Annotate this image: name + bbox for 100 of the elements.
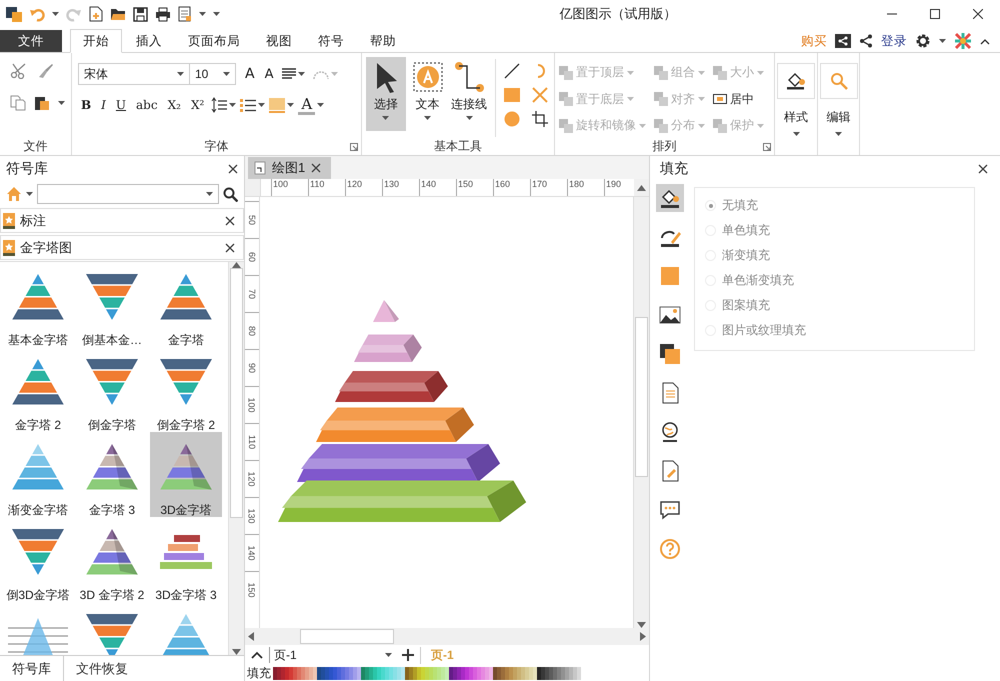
font-color-button[interactable]: A: [298, 95, 316, 115]
folder-icon[interactable]: [110, 6, 126, 22]
shape-item[interactable]: 基本金字塔: [2, 262, 74, 347]
file-menu-tab[interactable]: 文件: [0, 30, 62, 52]
scroll-left-icon[interactable]: [248, 632, 254, 641]
share-window-icon[interactable]: [835, 34, 851, 48]
ribbon-tab[interactable]: 帮助: [358, 30, 408, 52]
shape-item[interactable]: 渐变金字塔: [2, 432, 74, 517]
increase-font-button[interactable]: A: [242, 64, 258, 84]
settings-icon[interactable]: [915, 33, 931, 49]
side-tool-button[interactable]: [656, 184, 684, 212]
shape-item[interactable]: 倒金字塔 2: [150, 347, 222, 432]
format-button[interactable]: I: [98, 95, 109, 115]
shape-item[interactable]: 金字塔: [150, 262, 222, 347]
format-button[interactable]: X²: [188, 95, 208, 115]
panel-title: 符号库: [6, 160, 48, 178]
line-tool-icon[interactable]: [504, 63, 520, 79]
page-dropdown[interactable]: 页-1: [269, 647, 396, 663]
pyramid-layer[interactable]: [297, 444, 500, 482]
close-icon[interactable]: [225, 216, 235, 226]
scroll-up-icon[interactable]: [637, 184, 646, 190]
paint-bucket-icon: [786, 72, 806, 90]
search-icon[interactable]: [223, 186, 238, 202]
scissors-icon[interactable]: [10, 63, 26, 79]
ribbon-tab[interactable]: 视图: [254, 30, 304, 52]
option-label: 无填充: [722, 197, 758, 214]
pyramid-layer[interactable]: [335, 371, 448, 402]
ribbon-tab[interactable]: 页面布局: [176, 30, 252, 52]
ruler-label: 150: [247, 582, 257, 598]
search-field[interactable]: [37, 184, 219, 204]
tool-button[interactable]: 选择: [366, 57, 406, 131]
format-button[interactable]: B: [78, 95, 94, 115]
shape-item[interactable]: 金字塔 3: [76, 432, 148, 517]
shape-item[interactable]: 3D金字塔 3: [150, 517, 222, 602]
scrollbar[interactable]: [633, 197, 649, 628]
new-document-icon[interactable]: [89, 6, 103, 22]
maximize-icon[interactable]: [930, 9, 940, 19]
collapse-icon[interactable]: [251, 651, 263, 659]
ribbon-tab[interactable]: 符号: [306, 30, 356, 52]
close-icon[interactable]: [973, 9, 984, 19]
add-page-icon[interactable]: [402, 649, 414, 661]
close-icon[interactable]: [978, 164, 988, 174]
share-icon[interactable]: [859, 34, 873, 48]
decrease-font-button[interactable]: A: [262, 64, 276, 84]
login-link[interactable]: 登录: [881, 32, 907, 50]
tool-button[interactable]: 连接线: [449, 57, 490, 131]
caret-icon: [58, 101, 65, 105]
print-icon[interactable]: [155, 6, 171, 22]
shape-item[interactable]: 3D 金字塔 2: [76, 517, 148, 602]
ribbon-tab[interactable]: 插入: [124, 30, 174, 52]
font-size-dropdown[interactable]: 10: [190, 63, 236, 85]
arrange-button[interactable]: 居中: [713, 90, 764, 109]
document-tab[interactable]: 绘图1: [248, 157, 332, 179]
shape-item[interactable]: 3D金字塔: [150, 432, 222, 517]
caret-icon: [52, 12, 59, 16]
shape-item[interactable]: 倒3D金字塔: [2, 517, 74, 602]
tool-button[interactable]: 文本: [408, 57, 448, 131]
color-palette[interactable]: [273, 667, 581, 680]
shape-item[interactable]: 金字塔 2: [2, 347, 74, 432]
dialog-launcher-icon[interactable]: [763, 143, 771, 151]
font-family-dropdown[interactable]: 宋体: [78, 63, 190, 85]
close-icon[interactable]: [311, 163, 322, 173]
image-icon: [659, 304, 681, 326]
close-icon[interactable]: [225, 242, 235, 252]
brush-icon[interactable]: [38, 63, 54, 79]
dialog-launcher-icon[interactable]: [350, 143, 358, 151]
scrollbar[interactable]: [245, 628, 649, 645]
save-icon[interactable]: [133, 6, 148, 22]
format-button[interactable]: abc: [133, 95, 161, 115]
document-list-icon[interactable]: [178, 6, 192, 22]
crop-icon[interactable]: [532, 111, 548, 127]
bullet-list-icon[interactable]: [240, 98, 256, 112]
pyramid-layer[interactable]: [278, 480, 526, 522]
caret-icon: [331, 72, 338, 76]
align-icon[interactable]: [282, 68, 296, 80]
line-spacing-icon[interactable]: [211, 97, 228, 113]
style-button[interactable]: 样式: [775, 53, 818, 155]
panel-tab[interactable]: 文件恢复: [64, 656, 140, 681]
collapse-icon[interactable]: [980, 38, 990, 44]
paint-bucket-icon: [659, 187, 681, 209]
ruler-label: 150: [456, 179, 493, 196]
scroll-down-icon[interactable]: [232, 649, 241, 655]
scrollbar[interactable]: [228, 262, 244, 655]
caret-icon: [835, 132, 842, 136]
fill-label: 填充: [247, 665, 271, 681]
close-icon[interactable]: [228, 164, 238, 174]
ribbon-tab[interactable]: 开始: [70, 29, 122, 53]
scroll-right-icon[interactable]: [640, 632, 646, 641]
shape-item[interactable]: 倒基本金…: [76, 262, 148, 347]
library-category[interactable]: 金字塔图: [0, 235, 244, 260]
pyramid-layer[interactable]: [316, 408, 474, 442]
format-button[interactable]: U: [112, 95, 130, 115]
caret-icon: [757, 124, 764, 128]
shape-item[interactable]: 倒金字塔: [76, 347, 148, 432]
format-button[interactable]: X₂: [164, 95, 184, 115]
paste-icon[interactable]: [34, 95, 50, 111]
library-category[interactable]: 标注: [0, 208, 244, 233]
copy-icon[interactable]: [10, 95, 26, 111]
edit-button[interactable]: 编辑: [818, 53, 860, 155]
radio-button[interactable]: [705, 200, 716, 211]
